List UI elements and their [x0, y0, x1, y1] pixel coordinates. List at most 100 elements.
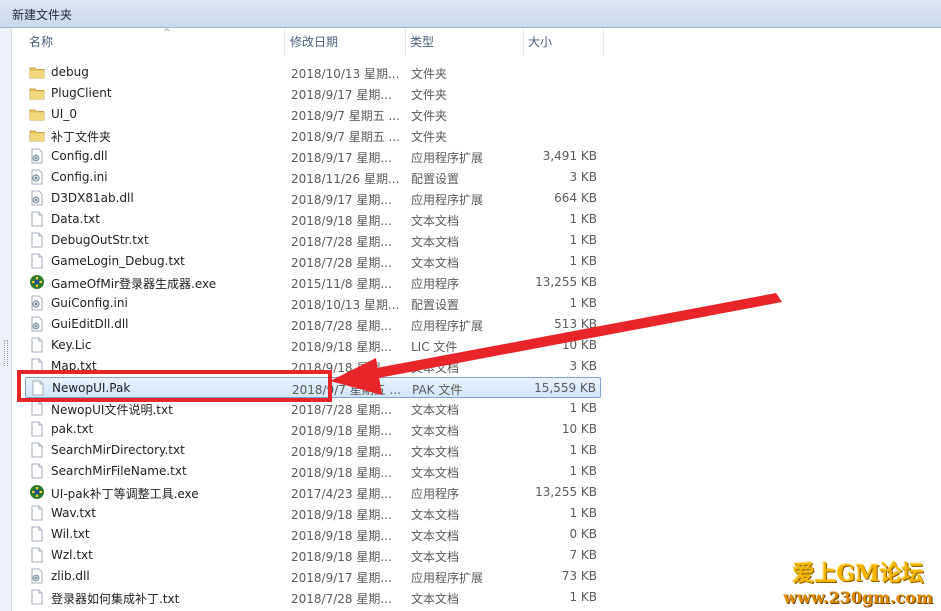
file-row[interactable]: GameLogin_Debug.txt 2018/7/28 星期... 文本文档 1 …	[25, 251, 601, 272]
file-type: 文件夹	[411, 130, 448, 144]
file-size: 1 KB	[569, 590, 597, 604]
file-row[interactable]: GuiConfig.ini 2018/10/13 星期... 配置设置 1 KB	[25, 293, 601, 314]
dll-icon	[29, 316, 45, 332]
file-type: 文本文档	[411, 424, 460, 438]
file-row[interactable]: Config.dll 2018/9/17 星期... 应用程序扩展 3,491 KB	[25, 146, 601, 167]
file-type: 文本文档	[411, 256, 460, 270]
file-row[interactable]: Key.Lic 2018/9/18 星期... LIC 文件 10 KB	[25, 335, 601, 356]
file-size: 1 KB	[569, 254, 597, 268]
file-type: 应用程序	[411, 277, 460, 291]
file-size: 664 KB	[554, 191, 597, 205]
file-name: PlugClient	[51, 86, 112, 100]
file-size: 13,255 KB	[535, 275, 597, 289]
column-header-date[interactable]: 修改日期	[286, 28, 406, 56]
file-row[interactable]: pak.txt 2018/9/18 星期... 文本文档 10 KB	[25, 419, 601, 440]
file-date: 2018/9/18 星期...	[291, 214, 392, 228]
file-row[interactable]: 补丁文件夹 2018/9/7 星期五 ... 文件夹	[25, 125, 601, 146]
file-row[interactable]: SearchMirDirectory.txt 2018/9/18 星期... 文本文…	[25, 440, 601, 461]
file-name: pak.txt	[51, 422, 94, 436]
file-row[interactable]: D3DX81ab.dll 2018/9/17 星期... 应用程序扩展 664 KB	[25, 188, 601, 209]
column-header-name[interactable]: 名称 ^	[25, 28, 285, 56]
file-name: zlib.dll	[51, 569, 90, 583]
file-size: 10 KB	[561, 422, 597, 436]
file-type: 配置设置	[411, 298, 460, 312]
file-date: 2018/7/28 星期...	[291, 319, 392, 333]
file-date: 2018/9/18 星期...	[291, 340, 392, 354]
file-type: LIC 文件	[411, 340, 458, 354]
sort-ascending-icon: ^	[163, 28, 171, 38]
file-row-selected[interactable]: NewopUI.Pak 2018/9/7 星期五 ... PAK 文件 15,559 …	[25, 377, 601, 398]
file-name: GameOfMir登录器生成器.exe	[51, 277, 217, 291]
app-exe-icon	[29, 484, 45, 500]
file-row[interactable]: Config.ini 2018/11/26 星期... 配置设置 3 KB	[25, 167, 601, 188]
dll-icon	[29, 148, 45, 164]
column-header-type[interactable]: 类型	[406, 28, 524, 56]
window-title: 新建文件夹	[12, 8, 73, 22]
file-row[interactable]: Wav.txt 2018/9/18 星期... 文本文档 1 KB	[25, 503, 601, 524]
file-name: UI-pak补丁等调整工具.exe	[51, 487, 199, 501]
file-type: 文件夹	[411, 109, 448, 123]
file-row[interactable]: UI_0 2018/9/7 星期五 ... 文件夹	[25, 104, 601, 125]
text-file-icon	[29, 358, 45, 374]
file-row[interactable]: zlib.dll 2018/9/17 星期... 应用程序扩展 73 KB	[25, 566, 601, 587]
file-name: GuiEditDll.dll	[51, 317, 129, 331]
file-row[interactable]: Data.txt 2018/9/18 星期... 文本文档 1 KB	[25, 209, 601, 230]
file-row[interactable]: UI-pak补丁等调整工具.exe 2017/4/23 星期... 应用程序 13,2…	[25, 482, 601, 503]
site-watermark: 爱上GM论坛 www.230gm.com	[783, 556, 933, 607]
file-type: 文本文档	[411, 508, 460, 522]
file-name: SearchMirDirectory.txt	[51, 443, 185, 457]
file-row[interactable]: Wzl.txt 2018/9/18 星期... 文本文档 7 KB	[25, 545, 601, 566]
file-size: 15,559 KB	[534, 381, 596, 395]
app-exe-icon	[29, 274, 45, 290]
file-size: 10 KB	[561, 338, 597, 352]
file-row[interactable]: Map.txt 2018/9/18 星期... 文本文档 3 KB	[25, 356, 601, 377]
file-size: 3,491 KB	[542, 149, 597, 163]
file-date: 2018/10/13 星期...	[291, 67, 400, 81]
file-row[interactable]: DebugOutStr.txt 2018/7/28 星期... 文本文档 1 KB	[25, 230, 601, 251]
file-name: UI_0	[51, 107, 77, 121]
column-header-size[interactable]: 大小	[524, 28, 604, 56]
splitter-grip[interactable]	[4, 340, 8, 366]
file-size: 1 KB	[569, 212, 597, 226]
text-file-icon	[29, 505, 45, 521]
file-name: Wil.txt	[51, 527, 90, 541]
file-date: 2018/7/28 星期...	[291, 256, 392, 270]
file-date: 2018/9/18 星期...	[291, 466, 392, 480]
file-size: 7 KB	[569, 548, 597, 562]
file-name: Key.Lic	[51, 338, 92, 352]
text-file-icon	[29, 526, 45, 542]
file-type: 文本文档	[411, 235, 460, 249]
file-row[interactable]: SearchMirFileName.txt 2018/9/18 星期... 文本文档…	[25, 461, 601, 482]
file-row[interactable]: debug 2018/10/13 星期... 文件夹	[25, 62, 601, 83]
file-size: 3 KB	[569, 170, 597, 184]
file-name: debug	[51, 65, 89, 79]
file-row[interactable]: NewopUI文件说明.txt 2018/7/28 星期... 文本文档 1 KB	[25, 398, 601, 419]
file-date: 2018/9/18 星期...	[291, 445, 392, 459]
ini-icon	[29, 295, 45, 311]
file-type: 文本文档	[411, 361, 460, 375]
file-date: 2018/9/17 星期...	[291, 571, 392, 585]
file-type: PAK 文件	[412, 383, 463, 397]
window-titlebar: 新建文件夹	[0, 0, 941, 28]
text-file-icon	[29, 547, 45, 563]
text-file-icon	[29, 232, 45, 248]
file-date: 2018/7/28 星期...	[291, 592, 392, 606]
file-type: 文本文档	[411, 403, 460, 417]
column-header-type-label: 类型	[410, 35, 435, 49]
file-row[interactable]: 登录器如何集成补丁.txt 2018/7/28 星期... 文本文档 1 KB	[25, 587, 601, 608]
file-row[interactable]: GameOfMir登录器生成器.exe 2015/11/8 星期... 应用程序 13…	[25, 272, 601, 293]
file-row[interactable]: GuiEditDll.dll 2018/7/28 星期... 应用程序扩展 513 K…	[25, 314, 601, 335]
file-date: 2015/11/8 星期...	[291, 277, 392, 291]
file-name: GameLogin_Debug.txt	[51, 254, 185, 268]
file-size: 73 KB	[561, 569, 597, 583]
file-row[interactable]: Wil.txt 2018/9/18 星期... 文本文档 0 KB	[25, 524, 601, 545]
file-name: GuiConfig.ini	[51, 296, 128, 310]
file-type: 文本文档	[411, 592, 460, 606]
text-file-icon	[29, 463, 45, 479]
navigation-pane-edge[interactable]	[0, 28, 12, 611]
file-size: 1 KB	[569, 401, 597, 415]
file-row[interactable]: PlugClient 2018/9/17 星期... 文件夹	[25, 83, 601, 104]
file-type: 应用程序扩展	[411, 193, 484, 207]
file-name: Data.txt	[51, 212, 100, 226]
file-date: 2018/9/7 星期五 ...	[291, 130, 400, 144]
